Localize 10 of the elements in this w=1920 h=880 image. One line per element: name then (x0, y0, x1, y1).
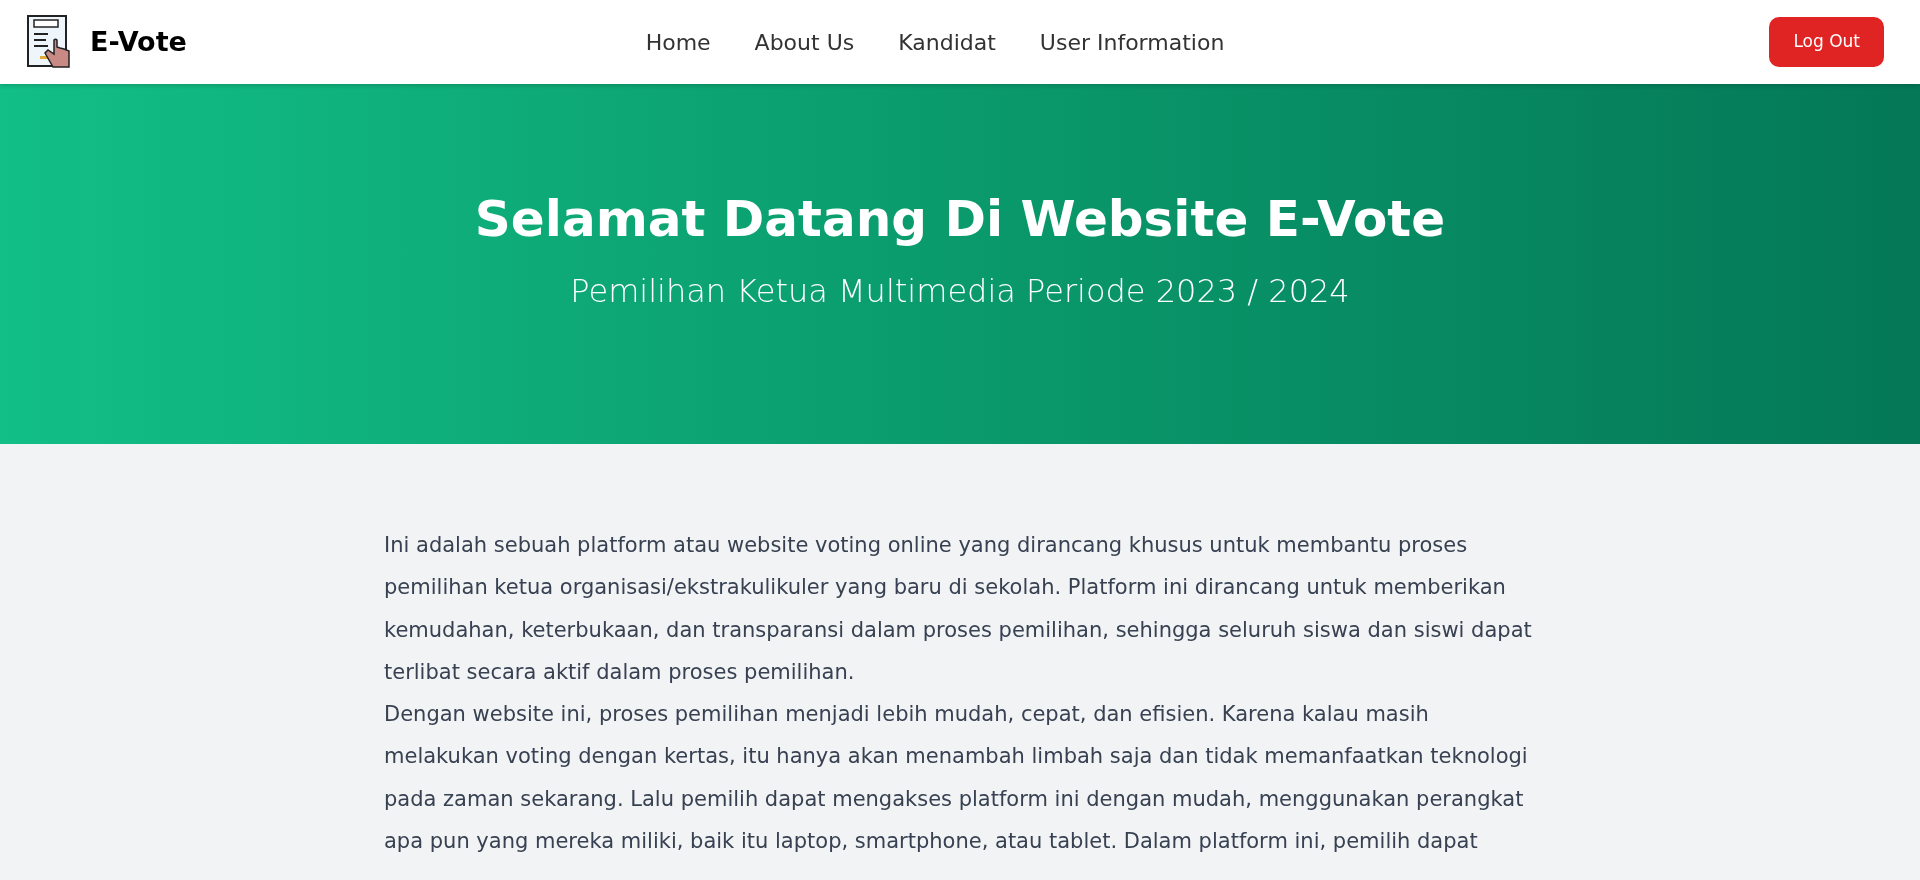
hero-title: Selamat Datang Di Website E-Vote (474, 189, 1446, 249)
nav-link[interactable]: User Information (1017, 25, 1247, 59)
hero-subtitle: Pemilihan Ketua Multimedia Periode 2023 / 2024 (570, 271, 1350, 312)
body-paragraph: Dengan website ini, proses pemilihan menjadi lebih mudah, cepat, dan efisien. Karena kalau masih melakukan voting dengan kertas, itu hanya akan menambah limbah saja dan tidak memanfaatkan teknologi pada zaman sekarang. Lalu pemilih dapat mengakses platform ini dengan mudah, menggunakan perangkat apa pun yang mereka miliki, baik itu laptop, smartphone, atau tablet. Dalam platform ini, pemilih dapat (384, 701, 1529, 856)
nav-link[interactable]: Home (623, 25, 733, 59)
nav-link[interactable]: About Us (732, 25, 877, 59)
brand-name: E-Vote (90, 24, 187, 59)
body-paragraph: Ini adalah sebuah platform atau website voting online yang dirancang khusus untuk membantu proses pemilihan ketua organisasi/ekstrakulikuler yang baru di sekolah. Platform ini dirancang untuk memberikan kemudahan, keterbukaan, dan transparansi dalam proses pemilihan, sehingga seluruh siswa dan siswi dapat terlibat secara aktif dalam proses pemilihan. (384, 532, 1533, 686)
logout-button[interactable]: Log Out (1769, 17, 1884, 67)
nav-link[interactable]: Kandidat (876, 25, 1018, 59)
